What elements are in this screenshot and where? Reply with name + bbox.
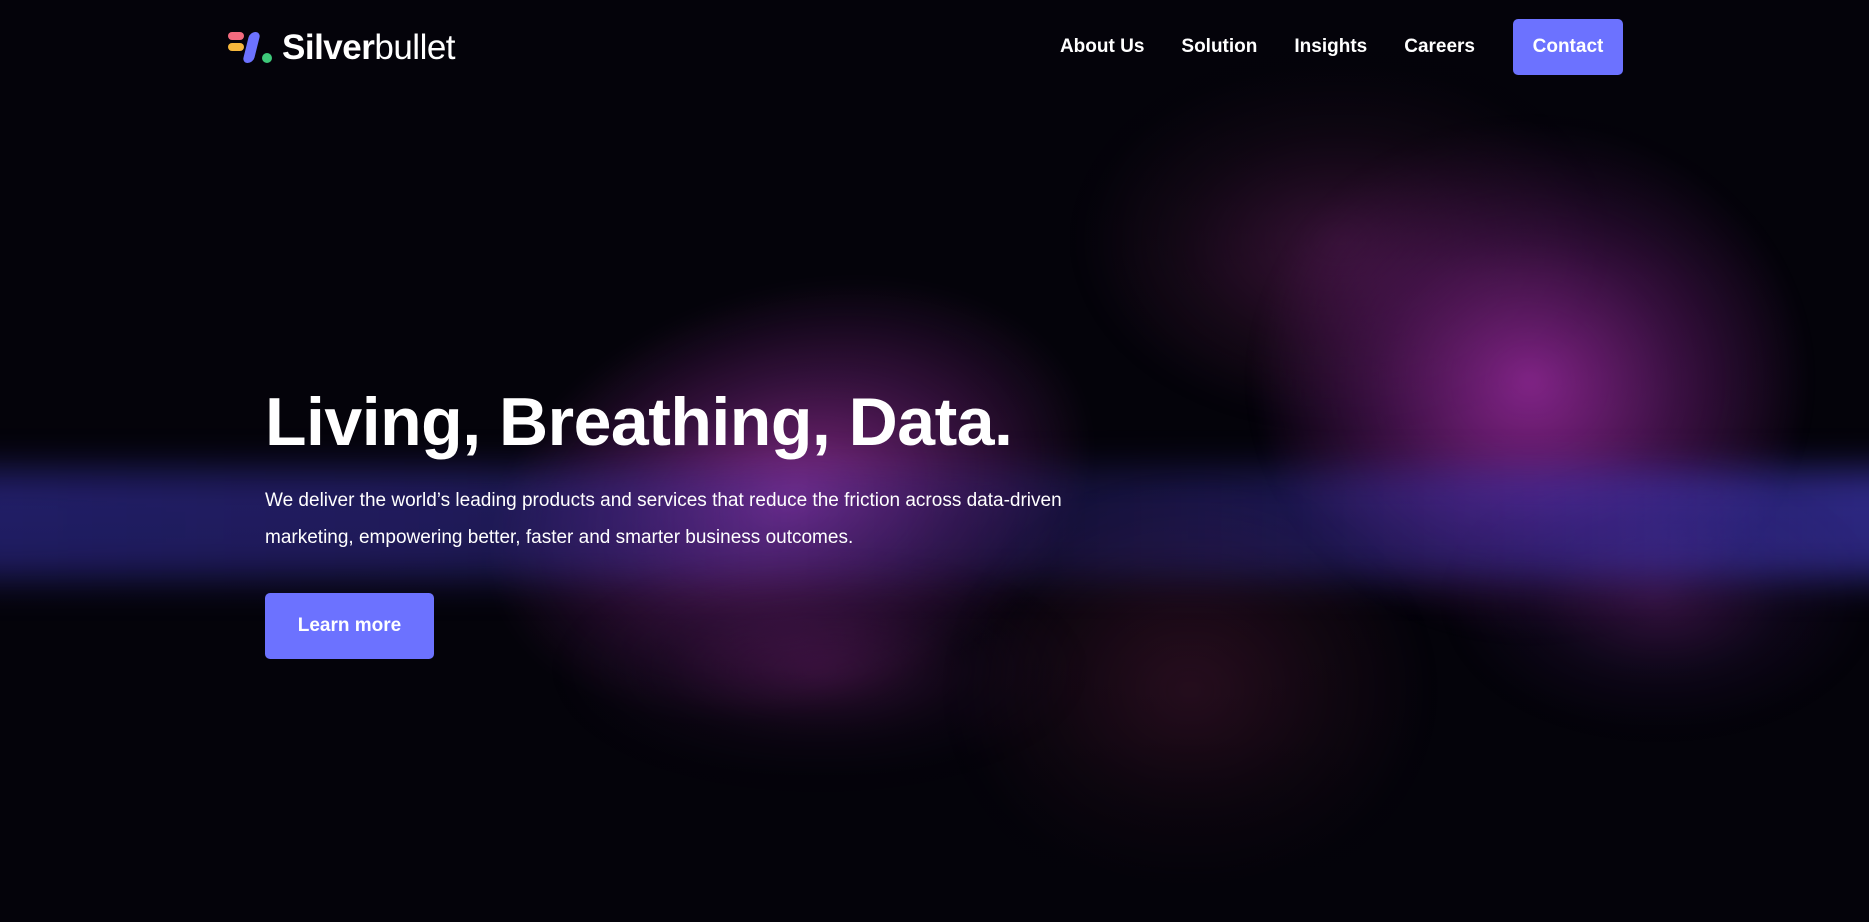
page: Silverbullet About Us Solution Insights … (0, 0, 1869, 922)
logo-link[interactable]: Silverbullet (228, 28, 456, 68)
hero-title: Living, Breathing, Data. (265, 384, 1013, 460)
main-nav: About Us Solution Insights Careers Conta… (1060, 19, 1623, 75)
nav-item-insights[interactable]: Insights (1294, 36, 1367, 58)
hero-section: Living, Breathing, Data. We deliver the … (265, 380, 1125, 659)
logo-wordmark-light: bullet (374, 28, 456, 67)
nav-item-solution[interactable]: Solution (1181, 36, 1257, 58)
contact-button[interactable]: Contact (1513, 19, 1623, 75)
learn-more-button[interactable]: Learn more (265, 593, 434, 659)
hero-subtitle: We deliver the world’s leading products … (265, 490, 1062, 548)
logo-wordmark: Silverbullet (282, 28, 456, 68)
nav-item-careers[interactable]: Careers (1404, 36, 1475, 58)
logo-wordmark-bold: Silver (282, 28, 375, 67)
logo-icon (228, 28, 274, 68)
site-header: Silverbullet About Us Solution Insights … (0, 0, 1869, 94)
nav-item-about-us[interactable]: About Us (1060, 36, 1144, 58)
